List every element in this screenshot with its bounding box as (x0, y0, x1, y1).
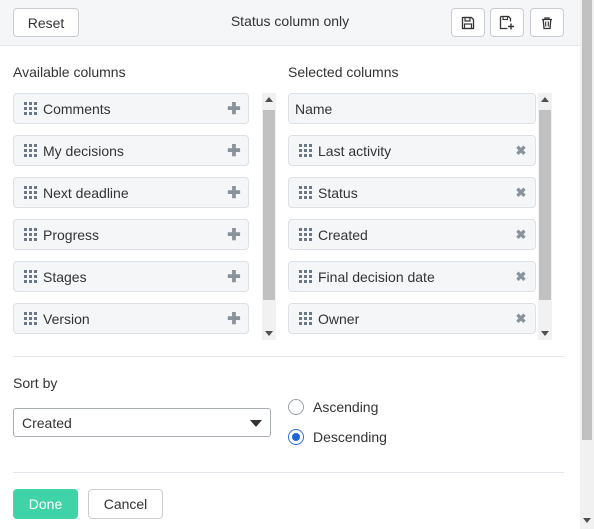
available-columns-heading: Available columns (13, 64, 126, 80)
dialog-header: Reset Status column only (0, 0, 580, 46)
remove-icon[interactable]: ✖ (511, 185, 531, 201)
add-icon[interactable]: ✚ (224, 183, 244, 203)
scroll-up-arrow-icon[interactable] (541, 97, 549, 102)
column-label: Next deadline (43, 184, 129, 201)
column-label: Final decision date (318, 268, 435, 285)
available-column-item[interactable]: Stages ✚ (13, 261, 249, 292)
sort-field-value: Created (22, 414, 72, 431)
column-label: My decisions (43, 142, 124, 159)
cancel-button[interactable]: Cancel (88, 489, 163, 519)
dropdown-caret-icon (250, 420, 262, 427)
remove-icon[interactable]: ✖ (511, 143, 531, 159)
reset-button[interactable]: Reset (13, 8, 79, 37)
column-label: Status (318, 184, 358, 201)
drag-handle-icon[interactable] (299, 311, 313, 326)
add-icon[interactable]: ✚ (224, 309, 244, 329)
done-button[interactable]: Done (13, 489, 78, 519)
column-label: Progress (43, 226, 100, 243)
trash-icon (542, 16, 552, 29)
available-column-item[interactable]: My decisions ✚ (13, 135, 249, 166)
add-icon[interactable]: ✚ (224, 141, 244, 161)
radio-unchecked-icon[interactable] (288, 399, 304, 415)
available-column-item[interactable]: Comments ✚ (13, 93, 249, 124)
column-label: Created (318, 226, 368, 243)
selected-list-scrollbar[interactable] (538, 93, 552, 340)
drag-handle-icon[interactable] (24, 101, 38, 116)
save-as-icon (499, 15, 514, 29)
remove-icon[interactable]: ✖ (511, 269, 531, 285)
drag-handle-icon[interactable] (24, 227, 38, 242)
column-label: Name (295, 100, 333, 117)
selected-list-scrollbar-thumb[interactable] (539, 110, 551, 300)
available-column-item[interactable]: Progress ✚ (13, 219, 249, 250)
drag-handle-icon[interactable] (24, 269, 38, 284)
delete-button[interactable] (530, 8, 564, 37)
selected-column-name: Name (288, 93, 536, 124)
selected-column-item[interactable]: Last activity ✖ (288, 135, 536, 166)
radio-label: Ascending (313, 399, 379, 415)
add-icon[interactable]: ✚ (224, 225, 244, 245)
remove-icon[interactable]: ✖ (511, 227, 531, 243)
drag-handle-icon[interactable] (24, 185, 38, 200)
save-button[interactable] (451, 8, 485, 37)
add-icon[interactable]: ✚ (224, 267, 244, 287)
scroll-down-arrow-icon[interactable] (583, 518, 591, 523)
page-scrollbar-thumb[interactable] (582, 0, 592, 440)
remove-icon[interactable]: ✖ (511, 311, 531, 327)
drag-handle-icon[interactable] (24, 311, 38, 326)
selected-column-item[interactable]: Final decision date ✖ (288, 261, 536, 292)
selected-column-item[interactable]: Status ✖ (288, 177, 536, 208)
available-column-item[interactable]: Version ✚ (13, 303, 249, 334)
save-as-button[interactable] (490, 8, 524, 37)
selected-column-item[interactable]: Owner ✖ (288, 303, 536, 334)
add-icon[interactable]: ✚ (224, 99, 244, 119)
available-list-scrollbar-thumb[interactable] (263, 110, 275, 300)
column-label: Last activity (318, 142, 392, 159)
radio-label: Descending (313, 429, 387, 445)
save-icon (461, 16, 475, 29)
sort-by-heading: Sort by (13, 375, 58, 391)
scroll-down-arrow-icon[interactable] (541, 331, 549, 336)
scroll-down-arrow-icon[interactable] (265, 331, 273, 336)
scroll-up-arrow-icon[interactable] (265, 97, 273, 102)
column-label: Comments (43, 100, 111, 117)
drag-handle-icon[interactable] (299, 143, 313, 158)
column-label: Stages (43, 268, 87, 285)
available-column-item[interactable]: Next deadline ✚ (13, 177, 249, 208)
sort-field-select[interactable]: Created (13, 408, 271, 437)
divider (13, 356, 564, 357)
drag-handle-icon[interactable] (299, 227, 313, 242)
sort-ascending-radio[interactable]: Ascending (288, 399, 378, 415)
divider (13, 472, 564, 473)
selected-column-item[interactable]: Created ✖ (288, 219, 536, 250)
available-list-scrollbar[interactable] (262, 93, 276, 340)
column-label: Version (43, 310, 90, 327)
radio-checked-icon[interactable] (288, 429, 304, 445)
column-label: Owner (318, 310, 360, 327)
drag-handle-icon[interactable] (299, 269, 313, 284)
selected-columns-heading: Selected columns (288, 64, 399, 80)
sort-descending-radio[interactable]: Descending (288, 429, 387, 445)
drag-handle-icon[interactable] (299, 185, 313, 200)
page-scrollbar[interactable] (580, 0, 594, 529)
drag-handle-icon[interactable] (24, 143, 38, 158)
